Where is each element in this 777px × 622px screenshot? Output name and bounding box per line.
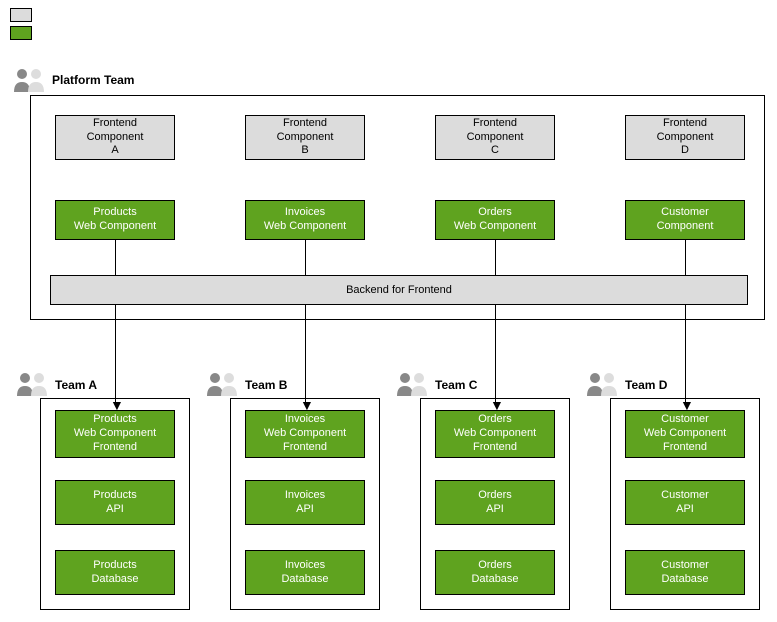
users-icon <box>205 370 241 398</box>
fc-c-l3: C <box>491 144 499 158</box>
frontend-comp-a: Frontend Component A <box>55 115 175 160</box>
cell: Products <box>93 559 136 573</box>
bff: Backend for Frontend <box>50 275 748 305</box>
fc-b-l1: Frontend <box>283 117 327 131</box>
team-c-block-2: Orders Database <box>435 550 555 595</box>
wp-l1: Products <box>93 206 136 220</box>
connector <box>305 240 306 275</box>
legend-domain <box>10 24 38 42</box>
legend-swatch-green <box>10 26 32 40</box>
team-c-block-0: Orders Web Component Frontend <box>435 410 555 458</box>
fc-a-l1: Frontend <box>93 117 137 131</box>
team-d-block-2: Customer Database <box>625 550 745 595</box>
team-a-block-1: Products API <box>55 480 175 525</box>
platform-title: Platform Team <box>52 73 134 87</box>
fc-c-l2: Component <box>467 131 524 145</box>
connector <box>685 305 686 403</box>
web-products: Products Web Component <box>55 200 175 240</box>
cell: Database <box>661 573 708 587</box>
legend-platform <box>10 6 38 24</box>
cell: Database <box>471 573 518 587</box>
web-invoices: Invoices Web Component <box>245 200 365 240</box>
wi-l2: Web Component <box>264 220 346 234</box>
legend <box>10 6 38 42</box>
cell: Invoices <box>285 413 325 427</box>
fc-d-l1: Frontend <box>663 117 707 131</box>
fc-c-l1: Frontend <box>473 117 517 131</box>
wi-l1: Invoices <box>285 206 325 220</box>
connector <box>495 240 496 275</box>
cell: Frontend <box>473 441 517 455</box>
cell: Frontend <box>283 441 327 455</box>
wo-l2: Web Component <box>454 220 536 234</box>
cell: API <box>486 503 504 517</box>
team-d-block-1: Customer API <box>625 480 745 525</box>
users-icon <box>15 370 51 398</box>
cell: API <box>296 503 314 517</box>
users-icon <box>395 370 431 398</box>
team-b-block-1: Invoices API <box>245 480 365 525</box>
cell: API <box>106 503 124 517</box>
cell: Web Component <box>264 427 346 441</box>
users-icon <box>12 66 48 94</box>
cell: Orders <box>478 559 512 573</box>
cell: Web Component <box>74 427 156 441</box>
team-d-title: Team D <box>625 378 667 392</box>
cell: Orders <box>478 489 512 503</box>
fc-b-l3: B <box>301 144 308 158</box>
users-icon <box>585 370 621 398</box>
web-orders: Orders Web Component <box>435 200 555 240</box>
cell: API <box>676 503 694 517</box>
fc-d-l2: Component <box>657 131 714 145</box>
cell: Products <box>93 489 136 503</box>
cell: Database <box>281 573 328 587</box>
connector <box>685 240 686 275</box>
cell: Customer <box>661 559 709 573</box>
frontend-comp-b: Frontend Component B <box>245 115 365 160</box>
bff-label: Backend for Frontend <box>346 284 452 296</box>
team-b-title: Team B <box>245 378 287 392</box>
connector <box>115 305 116 403</box>
wc-l1: Customer <box>661 206 709 220</box>
cell: Database <box>91 573 138 587</box>
team-a-title: Team A <box>55 378 97 392</box>
team-b-block-2: Invoices Database <box>245 550 365 595</box>
wo-l1: Orders <box>478 206 512 220</box>
fc-d-l3: D <box>681 144 689 158</box>
cell: Invoices <box>285 559 325 573</box>
wp-l2: Web Component <box>74 220 156 234</box>
team-b-block-0: Invoices Web Component Frontend <box>245 410 365 458</box>
team-a-block-2: Products Database <box>55 550 175 595</box>
frontend-comp-d: Frontend Component D <box>625 115 745 160</box>
legend-swatch-gray <box>10 8 32 22</box>
fc-a-l3: A <box>111 144 118 158</box>
connector <box>115 240 116 275</box>
team-c-title: Team C <box>435 378 477 392</box>
cell: Customer <box>661 413 709 427</box>
cell: Products <box>93 413 136 427</box>
team-c-block-1: Orders API <box>435 480 555 525</box>
team-a-block-0: Products Web Component Frontend <box>55 410 175 458</box>
cell: Web Component <box>644 427 726 441</box>
connector <box>305 305 306 403</box>
cell: Frontend <box>663 441 707 455</box>
fc-b-l2: Component <box>277 131 334 145</box>
wc-l2: Component <box>657 220 714 234</box>
cell: Customer <box>661 489 709 503</box>
fc-a-l2: Component <box>87 131 144 145</box>
cell: Frontend <box>93 441 137 455</box>
web-customer: Customer Component <box>625 200 745 240</box>
connector <box>495 305 496 403</box>
cell: Invoices <box>285 489 325 503</box>
frontend-comp-c: Frontend Component C <box>435 115 555 160</box>
team-d-block-0: Customer Web Component Frontend <box>625 410 745 458</box>
cell: Web Component <box>454 427 536 441</box>
cell: Orders <box>478 413 512 427</box>
